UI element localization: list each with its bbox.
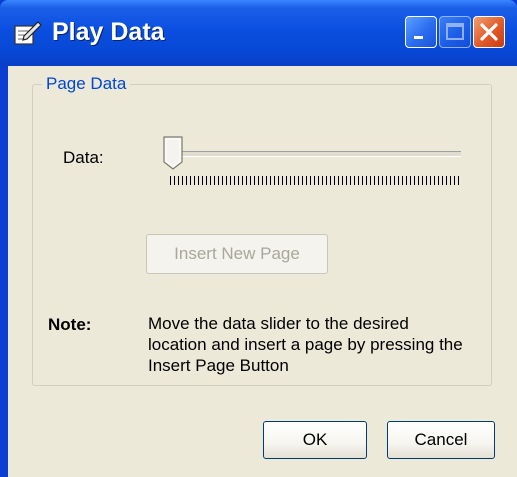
note-text: Move the data slider to the desired loca…: [148, 314, 463, 375]
cancel-button[interactable]: Cancel: [387, 421, 495, 459]
maximize-button[interactable]: [439, 16, 471, 48]
minimize-icon: [414, 36, 423, 39]
window-title: Play Data: [52, 18, 165, 46]
dialog-window: Play Data Page Data Data: Insert New Pag…: [0, 0, 517, 477]
close-icon: [480, 23, 498, 41]
maximize-icon: [446, 23, 464, 40]
minimize-button[interactable]: [405, 16, 437, 48]
data-slider-label: Data:: [63, 148, 104, 167]
pencil-note-icon: [14, 21, 42, 45]
ok-button[interactable]: OK: [263, 421, 367, 459]
data-slider-thumb[interactable]: [163, 136, 183, 170]
data-slider-ticks: [170, 176, 460, 185]
note-label: Note:: [48, 315, 92, 334]
data-slider-track[interactable]: [173, 151, 461, 157]
close-button[interactable]: [473, 16, 505, 48]
dialog-client-area: Page Data Data: Insert New Page Note: Mo…: [8, 66, 517, 477]
title-bar[interactable]: Play Data: [0, 0, 517, 66]
insert-new-page-button[interactable]: Insert New Page: [146, 234, 328, 274]
group-legend: Page Data: [42, 74, 131, 94]
